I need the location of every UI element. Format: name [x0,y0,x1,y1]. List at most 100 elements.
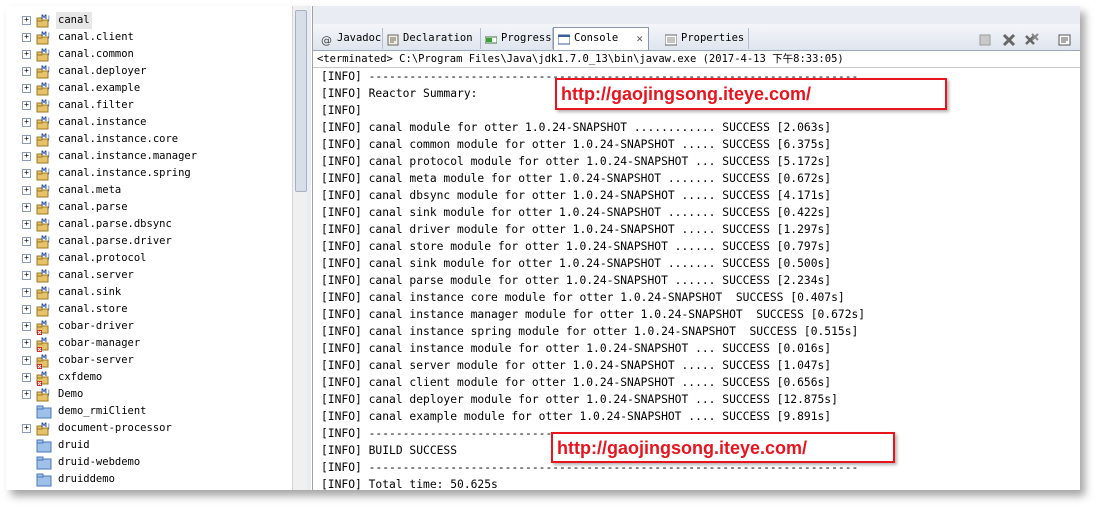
expand-toggle-icon[interactable] [22,339,31,348]
tree-item-label: druiddemo [58,473,115,485]
svg-text:M: M [41,48,47,55]
tab-properties[interactable]: Properties [661,28,749,49]
tab-javadoc[interactable]: @ Javadoc [317,28,383,49]
expand-toggle-icon[interactable] [22,424,31,433]
tree-item-label: canal.example [58,82,141,94]
tree-item[interactable]: MJcanal.parse.driver [6,233,291,250]
tree-item[interactable]: druid-webdemo [6,454,291,471]
display-console-icon[interactable] [1057,32,1073,48]
expand-toggle-icon[interactable] [22,152,31,161]
tree-item-label: canal.client [58,31,134,43]
tree-item-label: cobar-manager [58,337,141,349]
expand-toggle-icon[interactable] [22,220,31,229]
expand-toggle-icon[interactable] [22,254,31,263]
tree-item[interactable]: MJcanal.filter [6,97,291,114]
expand-toggle-icon[interactable] [22,50,31,59]
tree-item[interactable]: MJ Demo [6,386,291,403]
tree-item-label: canal.filter [58,99,134,111]
svg-text:J: J [47,32,50,39]
tree-item[interactable]: MJcanal.sink [6,284,291,301]
tree-item[interactable]: demo_rmiClient [6,403,291,420]
console-line: [INFO] canal server module for otter 1.0… [321,359,832,372]
tree-item[interactable]: MJcanal.client [6,29,291,46]
maven-project-icon: MJ [36,148,54,165]
tree-item[interactable]: MJcanal.deployer [6,63,291,80]
svg-text:J: J [47,134,50,141]
tree-item[interactable]: Mcxfdemo [6,369,291,386]
tree-item[interactable]: MJcanal.server [6,267,291,284]
tab-progress[interactable]: Progress [481,28,553,49]
tab-console[interactable]: Console ✕ [553,27,649,50]
expand-toggle-icon[interactable] [22,84,31,93]
tree-scrollbar[interactable] [292,6,308,490]
svg-text:@: @ [321,34,332,46]
maven-project-icon: MJ [36,267,54,284]
remove-all-terminated-icon[interactable] [1024,32,1040,48]
console-line: [INFO] canal deployer module for otter 1… [321,393,838,406]
tree-item[interactable]: MJcanal.instance.core [6,131,291,148]
tree-item[interactable]: MJdocument-processor [6,420,291,437]
expand-toggle-icon[interactable] [22,16,31,25]
tree-item[interactable]: MJcanal.instance.spring [6,165,291,182]
expand-toggle-icon[interactable] [22,101,31,110]
tree-item[interactable]: MJcanal.protocol [6,250,291,267]
tree-item[interactable]: MJcanal.instance [6,114,291,131]
svg-text:M: M [41,337,47,344]
close-icon[interactable]: ✕ [636,28,643,49]
tree-item[interactable]: druid [6,437,291,454]
tree-item[interactable]: MJcanal [6,12,291,29]
view-splitter[interactable] [307,6,311,490]
terminate-icon[interactable] [977,32,993,48]
expand-toggle-icon[interactable] [22,271,31,280]
folder-icon [36,437,54,454]
maven-project-icon: MJ [36,114,54,131]
tree-scrollbar-thumb[interactable] [295,10,307,192]
maven-project-icon: MJ [36,182,54,199]
tree-item[interactable]: MJcanal.meta [6,182,291,199]
tree-item[interactable]: MJcanal.parse.dbsync [6,216,291,233]
expand-toggle-icon[interactable] [22,373,31,382]
expand-toggle-icon[interactable] [22,33,31,42]
tree-item[interactable]: MJcanal.common [6,46,291,63]
tree-item[interactable]: Mcobar-manager [6,335,291,352]
svg-text:J: J [47,270,50,277]
expand-toggle-icon[interactable] [22,135,31,144]
tree-item-label: druid [58,439,90,451]
console-line: [INFO] canal instance spring module for … [321,325,859,338]
expand-toggle-icon[interactable] [22,322,31,331]
tree-item[interactable]: Mcobar-server [6,352,291,369]
expand-toggle-icon[interactable] [22,67,31,76]
tree-item-label: canal.instance.core [58,133,179,145]
expand-toggle-icon[interactable] [22,305,31,314]
console-line: [INFO] canal instance manager module for… [321,308,866,321]
svg-text:M: M [41,133,47,140]
tab-declaration[interactable]: Declaration [383,28,481,49]
expand-toggle-icon[interactable] [22,118,31,127]
svg-text:M: M [41,303,47,310]
expand-toggle-icon[interactable] [22,390,31,399]
console-output[interactable]: [INFO] ---------------------------------… [321,68,1061,490]
tree-item-label: canal.protocol [58,252,147,264]
expand-toggle-icon[interactable] [22,186,31,195]
tree-item[interactable]: Mcobar-driver [6,318,291,335]
tree-item[interactable]: MJcanal.parse [6,199,291,216]
tree-item[interactable]: MJ canal.instance.manager [6,148,291,165]
tree-item[interactable]: MJcanal.store [6,301,291,318]
console-line: [INFO] canal sink module for otter 1.0.2… [321,257,832,270]
folder-icon [36,471,54,488]
svg-text:M: M [41,354,47,361]
expand-toggle-icon[interactable] [22,237,31,246]
maven-project-icon: MJ [36,216,54,233]
expand-toggle-icon[interactable] [22,356,31,365]
tree-item-label: canal.instance.manager [58,150,198,162]
expand-toggle-icon[interactable] [22,169,31,178]
expand-toggle-icon[interactable] [22,288,31,297]
tab-label: Console [574,32,619,44]
expand-toggle-icon[interactable] [22,203,31,212]
tab-label: Javadoc [337,32,382,44]
console-view: @ Javadoc Declaration Progress Console ✕ Prope… [312,6,1080,490]
tree-item-label: canal.instance.spring [58,167,191,179]
tree-item[interactable]: druiddemo [6,471,291,488]
remove-launch-icon[interactable] [1001,32,1017,48]
tree-item[interactable]: MJcanal.example [6,80,291,97]
